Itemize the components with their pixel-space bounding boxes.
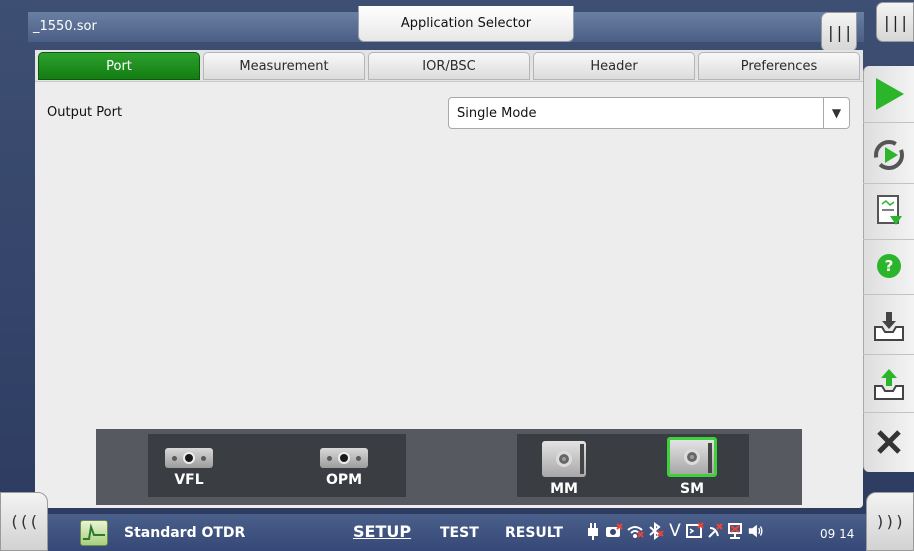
application-selector-button[interactable]: Application Selector [358, 6, 574, 42]
port-sm[interactable]: SM [667, 437, 717, 497]
file-name: _1550.sor [33, 19, 97, 34]
right-panel-toggle-icon[interactable]: ))) [866, 492, 914, 551]
app-name: Standard OTDR [124, 525, 246, 541]
report-icon[interactable] [863, 183, 914, 240]
tab-header[interactable]: Header [533, 52, 695, 80]
camera-disabled-icon [605, 522, 623, 540]
otdr-app-icon[interactable] [80, 520, 108, 546]
help-icon[interactable]: ? [863, 238, 914, 295]
network-disabled-icon [726, 522, 744, 540]
power-plug-icon [584, 522, 602, 540]
output-port-value: Single Mode [457, 105, 537, 121]
speaker-icon[interactable] [747, 522, 765, 540]
mm-connector-icon [542, 441, 586, 477]
port-label: MM [550, 481, 578, 497]
port-label: SM [679, 481, 704, 497]
satellite-disabled-icon [706, 522, 724, 540]
nav-test[interactable]: TEST [440, 525, 479, 541]
clock: 09 14 [820, 527, 855, 541]
vfl-connector-icon [165, 448, 213, 468]
chevron-down-icon[interactable]: ▼ [823, 98, 849, 128]
tab-ior-bsc[interactable]: IOR/BSC [368, 52, 530, 80]
output-port-select[interactable]: Single Mode ▼ [448, 97, 850, 129]
close-icon[interactable] [863, 413, 914, 470]
tab-port[interactable]: Port [38, 52, 200, 80]
save-icon[interactable] [863, 298, 914, 355]
refresh-play-icon[interactable] [863, 127, 914, 184]
svg-text:?: ? [884, 257, 893, 275]
sm-connector-icon [667, 437, 717, 477]
panel-menu-icon[interactable]: ||| [876, 2, 914, 42]
v-icon: V [669, 521, 681, 541]
bluetooth-disabled-icon [646, 522, 664, 540]
port-opm[interactable]: OPM [320, 448, 368, 488]
nav-result[interactable]: RESULT [505, 525, 563, 541]
open-icon[interactable] [863, 356, 914, 413]
output-port-label: Output Port [47, 105, 123, 120]
remote-disabled-icon [686, 522, 704, 540]
port-vfl[interactable]: VFL [165, 448, 213, 488]
nav-setup[interactable]: SETUP [353, 522, 411, 541]
port-label: VFL [174, 472, 204, 488]
panel-menu-icon[interactable]: ||| [821, 12, 857, 52]
play-icon[interactable] [863, 66, 914, 123]
tab-measurement[interactable]: Measurement [203, 52, 365, 80]
tab-preferences[interactable]: Preferences [698, 52, 860, 80]
left-panel-toggle-icon[interactable]: ((( [0, 492, 48, 551]
port-label: OPM [325, 472, 363, 488]
opm-connector-icon [320, 448, 368, 468]
port-mm[interactable]: MM [542, 441, 586, 497]
wifi-disabled-icon [626, 522, 644, 540]
